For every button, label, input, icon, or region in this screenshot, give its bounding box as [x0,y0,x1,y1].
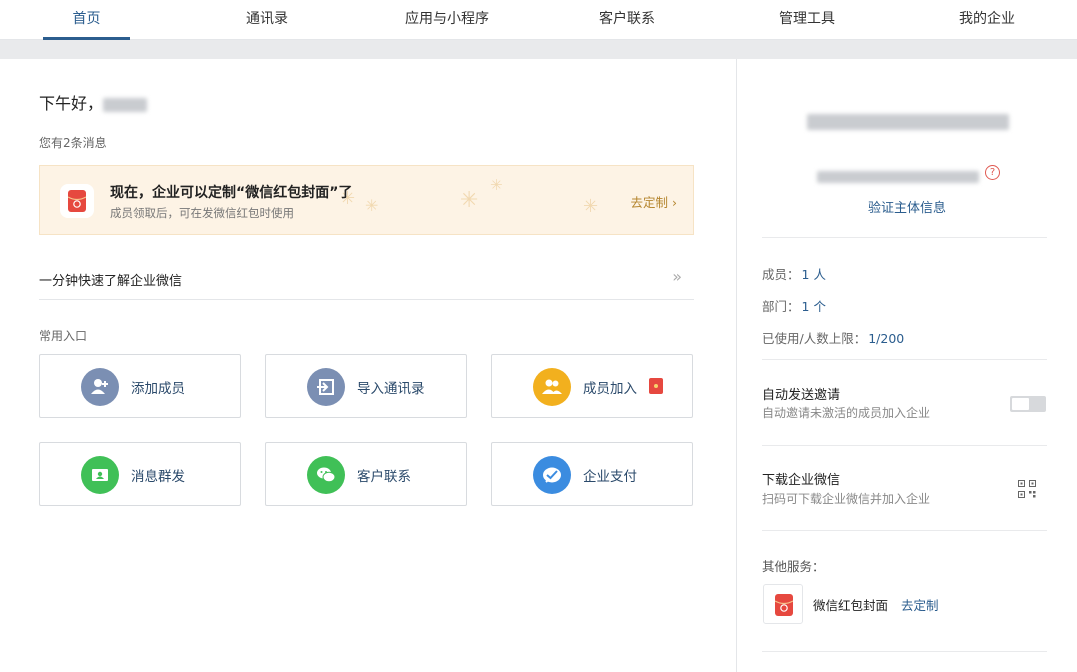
help-icon[interactable]: ? [985,165,1000,180]
download-title: 下载企业微信 [762,473,841,488]
entry-label: 客户联系 [357,469,411,485]
qr-code-icon[interactable] [1018,480,1036,502]
divider [762,445,1047,446]
entry-add-member[interactable]: 添加成员 [39,354,241,418]
stat-label: 部门： [762,299,800,314]
entry-label: 成员加入 [583,381,637,397]
divider [762,530,1047,531]
broadcast-icon [81,456,119,494]
sparkle-decoration: ✳ [365,196,379,215]
service-customize-link[interactable]: 去定制 [901,595,939,614]
divider [762,651,1047,652]
stat-label: 已使用/人数上限： [762,331,867,346]
banner-title: 现在，企业可以定制“微信红包封面”了 [110,185,353,201]
red-envelope-service-icon [763,584,803,624]
red-envelope-badge-icon [649,378,663,394]
download-subtitle: 扫码可下载企业微信并加入企业 [762,492,931,506]
sparkle-decoration: ✳ [460,188,479,213]
nav-tab-contacts[interactable]: 通讯录 [222,0,312,40]
service-name: 微信红包封面 [813,598,889,613]
stat-members: 成员： 1 人 [762,264,826,283]
nav-tab-home[interactable]: 首页 [43,0,130,40]
enterprise-name-blurred [807,111,1009,130]
payment-icon [533,456,571,494]
nav-tab-management-tools[interactable]: 管理工具 [762,0,852,40]
entry-import-contacts[interactable]: 导入通讯录 [265,354,467,418]
entry-enterprise-payment[interactable]: 企业支付 [491,442,693,506]
stat-value[interactable]: 1/200 [868,331,904,346]
top-nav: 首页 通讯录 应用与小程序 客户联系 管理工具 我的企业 [0,0,1077,40]
banner-subtitle: 成员领取后，可在发微信红包时使用 [110,206,294,220]
auto-invite-title: 自动发送邀请 [762,388,841,403]
quick-intro-label: 一分钟快速了解企业微信 [39,274,183,289]
banner-customize-link[interactable]: 去定制 › [631,192,677,211]
import-icon [307,368,345,406]
side-panel: ? 验证主体信息 成员： 1 人 部门： 1 个 已使用/人数上限： 1/200 自动… [737,59,1077,672]
main-panel: 下午好， 您有2条消息 ✳ ✳ ✳ ✳ ✳ 现在，企业可以定制“微信红包封面”了… [0,59,737,672]
blurred-text [807,113,1009,130]
entry-label: 添加成员 [131,381,185,397]
members-icon [533,368,571,406]
sparkle-decoration: ✳ [490,176,503,194]
stat-value[interactable]: 1 人 [802,267,826,282]
stat-member-limit: 已使用/人数上限： 1/200 [762,328,904,347]
entry-label: 企业支付 [583,469,637,485]
enterprise-id-blurred [817,166,979,185]
sparkle-decoration: ✳ [583,196,599,217]
entry-label: 消息群发 [131,469,185,485]
nav-tab-my-enterprise[interactable]: 我的企业 [942,0,1032,40]
entry-member-join[interactable]: 成员加入 [491,354,693,418]
nav-tab-customer-contact[interactable]: 客户联系 [582,0,672,40]
stat-label: 成员： [762,267,800,282]
message-count[interactable]: 您有2条消息 [39,134,107,151]
blurred-text [817,170,979,183]
entry-broadcast-message[interactable]: 消息群发 [39,442,241,506]
verify-entity-link[interactable]: 验证主体信息 [737,197,1077,216]
username-blurred [103,97,148,112]
entry-label: 导入通讯录 [357,381,425,397]
header-band [0,40,1077,59]
entry-customer-contact[interactable]: 客户联系 [265,442,467,506]
double-chevron-icon: » [672,267,682,286]
stat-value[interactable]: 1 个 [802,299,826,314]
greeting: 下午好， [39,90,148,114]
divider [762,359,1047,360]
nav-tab-apps[interactable]: 应用与小程序 [390,0,504,40]
quick-intro-row[interactable]: 一分钟快速了解企业微信 » [39,255,694,300]
auto-invite-toggle[interactable] [1010,396,1046,412]
wechat-icon [307,456,345,494]
red-envelope-icon [60,184,94,218]
greeting-text: 下午好， [39,94,104,113]
other-services-label: 其他服务： [762,559,825,574]
auto-invite-subtitle: 自动邀请未激活的成员加入企业 [762,406,931,420]
divider [762,237,1047,238]
stat-departments: 部门： 1 个 [762,296,826,315]
red-envelope-banner[interactable]: ✳ ✳ ✳ ✳ ✳ 现在，企业可以定制“微信红包封面”了 成员领取后，可在发微信… [39,165,694,235]
add-user-icon [81,368,119,406]
common-entries-label: 常用入口 [39,329,88,343]
